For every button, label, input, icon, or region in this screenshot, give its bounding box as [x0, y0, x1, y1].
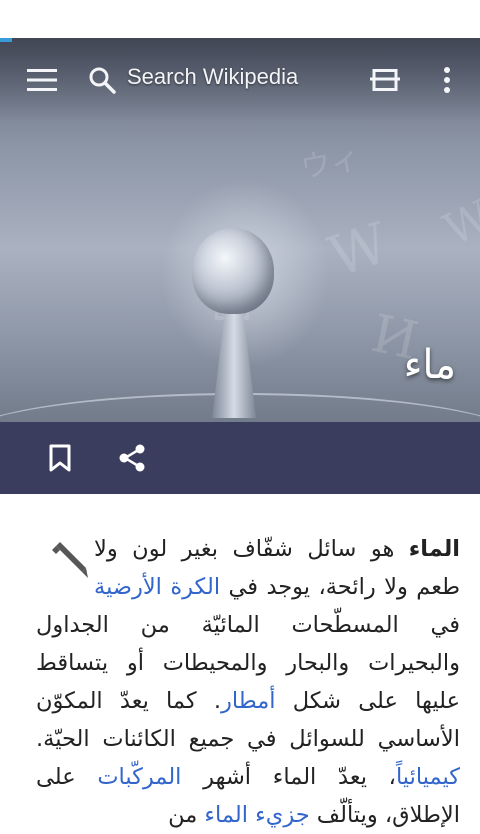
search-icon[interactable]	[84, 62, 120, 98]
water-drop	[192, 228, 274, 314]
accent-strip	[0, 38, 12, 42]
link-chemistry[interactable]: كيميائياً	[396, 764, 460, 790]
link-compounds[interactable]: المركّبات	[97, 764, 181, 790]
link-globe[interactable]: الكرة الأرضية	[94, 574, 220, 600]
puzzle-glyph-w2: W	[436, 190, 480, 257]
more-vert-icon[interactable]	[432, 62, 462, 98]
article-action-bar	[0, 422, 480, 494]
puzzle-glyph-wi: ウィ	[298, 141, 364, 186]
status-bar	[0, 0, 480, 38]
article-lead-paragraph: الماء هو سائل شفّاف بغير لون ولا طعم ولا…	[36, 530, 460, 834]
article-title: ماء	[403, 342, 456, 388]
lead-bold-term: الماء	[408, 536, 460, 562]
tabs-icon[interactable]	[366, 62, 404, 98]
link-water-molecule[interactable]: جزيء الماء	[204, 802, 309, 828]
search-input[interactable]: Search Wikipedia	[127, 64, 298, 90]
pencil-icon[interactable]	[36, 540, 88, 596]
link-rain[interactable]: أمطار	[221, 688, 275, 714]
lead-text-6: من	[168, 802, 205, 828]
share-icon[interactable]	[110, 438, 154, 478]
menu-icon[interactable]	[22, 60, 62, 100]
puzzle-glyph-w: W	[321, 210, 397, 291]
bookmark-icon[interactable]	[40, 438, 80, 478]
lead-text-4: ، يعدّ الماء أشهر	[181, 764, 396, 790]
